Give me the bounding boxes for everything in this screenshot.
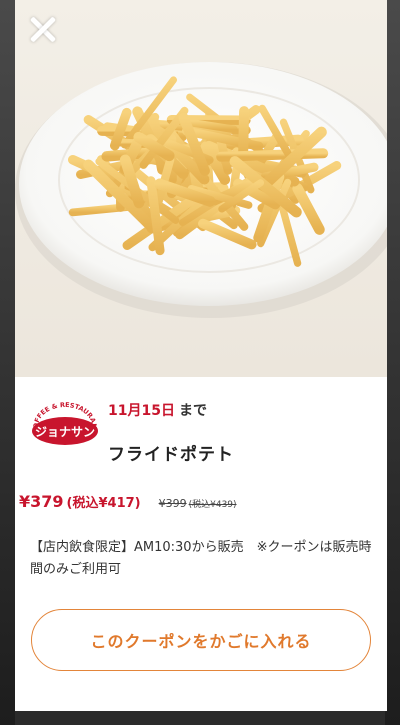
logo-main-text: ジョナサン: [35, 425, 95, 439]
expiry-date: 11月15日: [108, 403, 175, 419]
original-price-tax: (税込¥439): [188, 500, 237, 510]
fry: [216, 148, 329, 162]
product-name: フライドポテト: [108, 445, 234, 465]
expiry-suffix: まで: [178, 403, 207, 419]
coupon-note: 【店内飲食限定】AM10:30から販売 ※クーポンは販売時間のみご利用可: [30, 540, 372, 577]
jonathan-logo: COFFEE & RESTAURANT ジョナサン: [30, 401, 98, 445]
add-to-basket-button[interactable]: このクーポンをかごに入れる: [31, 609, 371, 671]
close-button[interactable]: [25, 12, 61, 48]
fry: [238, 106, 250, 162]
fries-image: [15, 62, 387, 318]
coupon-price-tax: (税込¥417): [66, 496, 141, 511]
original-price: ¥399: [158, 497, 187, 510]
left-backdrop: [0, 0, 15, 725]
price-row: ¥379 (税込¥417) ¥399 (税込¥439): [19, 492, 237, 511]
coupon-price: ¥379: [19, 492, 64, 511]
product-photo: [15, 0, 387, 377]
expiry-label: 11月15日 まで: [108, 400, 207, 420]
coupon-card: COFFEE & RESTAURANT ジョナサン 11月15日まで フライドポ…: [15, 0, 387, 711]
right-backdrop: [385, 0, 400, 725]
